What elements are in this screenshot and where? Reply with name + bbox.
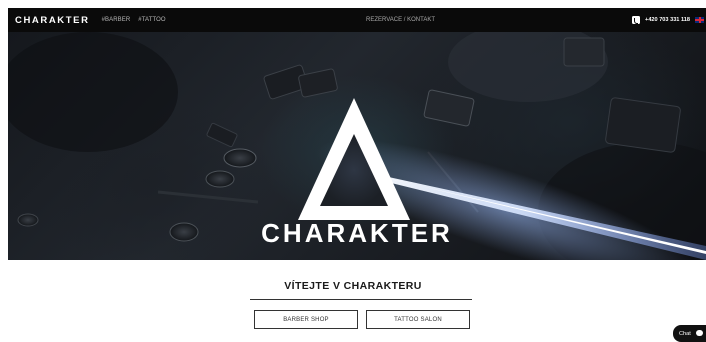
barber-shop-button[interactable]: BARBER SHOP	[254, 310, 358, 329]
chat-bubble-icon	[696, 330, 703, 336]
nav-link-barber[interactable]: #BARBER	[102, 17, 131, 23]
brand-logo[interactable]: CHARAKTER	[15, 15, 90, 26]
title-divider	[250, 299, 472, 300]
chat-widget-button[interactable]: Chat	[673, 325, 706, 342]
chat-label: Chat	[679, 330, 691, 337]
tattoo-salon-button[interactable]: TATTOO SALON	[366, 310, 470, 329]
nav-link-reservation-contact[interactable]: REZERVACE / KONTAKT	[366, 8, 435, 32]
nav-link-tattoo[interactable]: #TATTOO	[138, 17, 165, 23]
hero-banner: CHARAKTER	[8, 32, 706, 260]
top-navbar: CHARAKTER #BARBER #TATTOO REZERVACE / KO…	[8, 8, 706, 32]
uk-flag-icon[interactable]	[695, 17, 704, 23]
welcome-title: VÍTEJTE V CHARAKTERU	[284, 280, 422, 292]
phone-icon	[632, 16, 641, 24]
phone-number: +420 703 331 118	[645, 17, 690, 23]
hero-logo-text: CHARAKTER	[261, 218, 453, 248]
phone-contact[interactable]: +420 703 331 118	[632, 8, 690, 32]
